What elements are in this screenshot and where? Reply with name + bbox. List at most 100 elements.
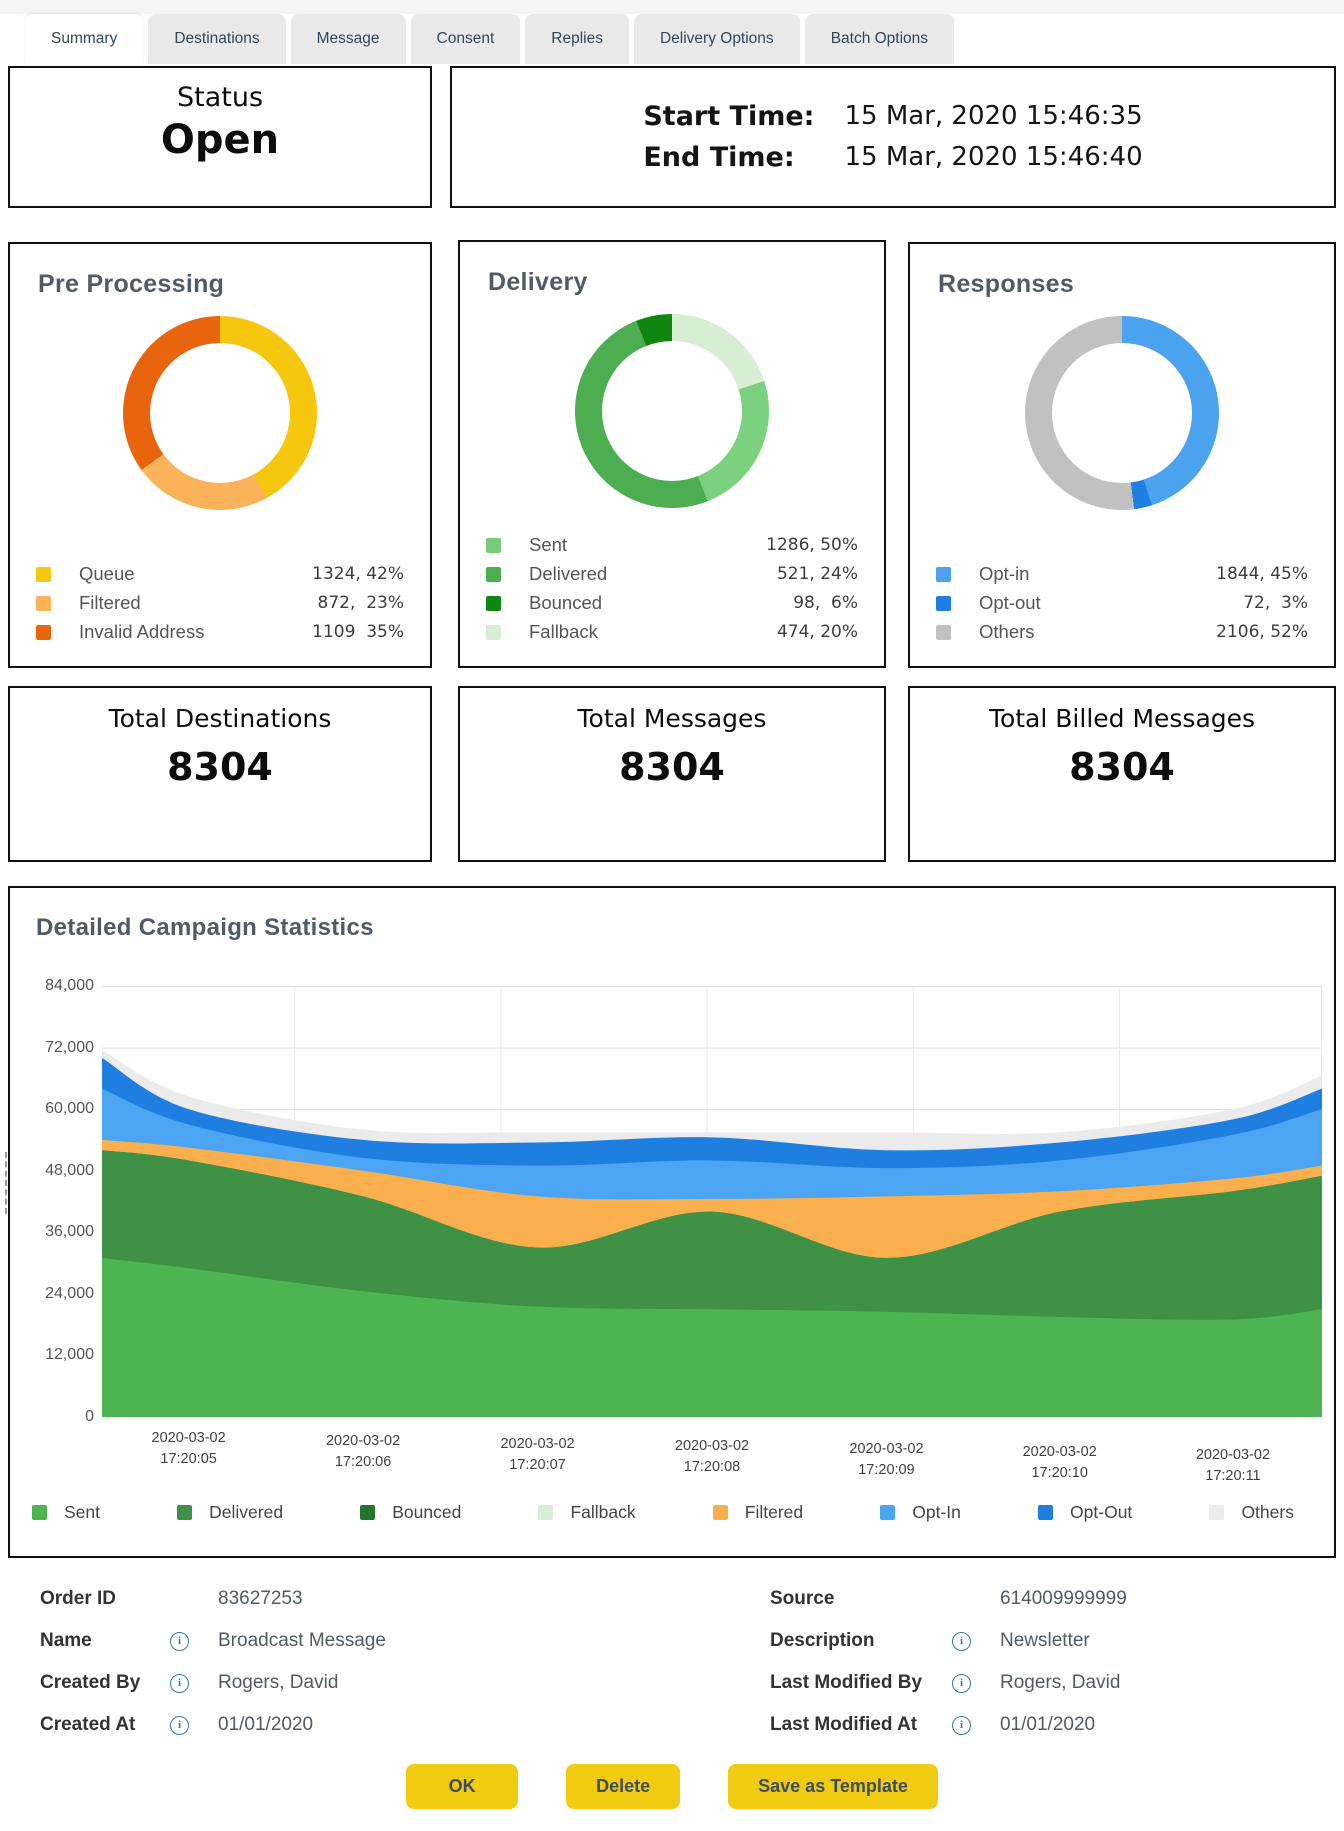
legend-item-sent[interactable]: Sent 1286, 50% [486,534,858,556]
tab-batch-options[interactable]: Batch Options [804,14,955,64]
legend-item-invalid-address[interactable]: Invalid Address 1109 35% [36,621,404,643]
tab-message[interactable]: Message [290,14,406,64]
x-tick-line: 17:20:07 [509,1456,566,1473]
chart-legend-item-filtered[interactable]: Filtered [712,1502,803,1523]
detail-row-source: Source 614009999999 [770,1578,1344,1620]
info-icon[interactable]: i [952,1631,971,1651]
detail-value: Rogers, David [218,1672,339,1693]
chart-legend-item-delivered[interactable]: Delivered [177,1502,283,1523]
donut-pre-processing[interactable] [123,316,317,510]
info-icon[interactable]: i [952,1673,971,1693]
legend-label: Fallback [529,621,598,642]
detail-row-last-modified-at: Last Modified At i 01/01/2020 [770,1704,1344,1746]
tab-replies[interactable]: Replies [525,14,629,64]
campaign-summary-page: Summary Destinations Message Consent Replies… [0,0,1344,1831]
x-tick-line: 2020-03-02 [849,1441,924,1458]
tab-consent[interactable]: Consent [410,14,521,64]
info-icon[interactable]: i [170,1631,189,1651]
tab-summary[interactable]: Summary [25,14,144,64]
chart-edge-drag-handle[interactable] [5,1152,15,1214]
ok-button[interactable]: OK [406,1764,519,1809]
legend-value: 98, 6% [793,593,858,613]
detail-icon-slot: i [170,1673,218,1693]
legend-value: 1844, 45% [1216,564,1308,584]
chart-legend-item-fallback[interactable]: Fallback [538,1502,636,1523]
detail-value: Broadcast Message [218,1630,386,1651]
legend-swatch-icon [177,1505,193,1520]
tab-destinations[interactable]: Destinations [148,14,286,64]
total-destinations-box: Total Destinations 8304 [8,686,432,862]
detail-label: Last Modified By [770,1672,923,1693]
y-tick-label: 12,000 [45,1346,94,1364]
stacked-area-chart[interactable] [102,986,1322,1417]
time-panel: Start Time: 15 Mar, 2020 15:46:35 End Time… [450,66,1336,208]
legend-swatch-icon [880,1505,896,1520]
x-tick-line: 2020-03-02 [500,1435,575,1452]
total-label: Total Destinations [108,704,332,733]
tab-delivery-options[interactable]: Delivery Options [633,14,800,64]
time-row-label-0: Start Time: [643,101,815,132]
info-icon[interactable]: i [952,1715,971,1735]
legend-label: Bounced [529,592,603,613]
legend-label: Delivered [529,563,608,584]
status-value: Open [160,117,280,163]
chart-legend-item-bounced[interactable]: Bounced [360,1502,461,1523]
info-icon[interactable]: i [170,1673,189,1693]
chart-legend-item-opt-in[interactable]: Opt-In [880,1502,961,1523]
detail-icon-slot: i [952,1715,1000,1735]
legend-value: 72, 3% [1243,593,1308,613]
legend-item-bounced[interactable]: Bounced 98, 6% [486,592,858,614]
detail-label: Name [40,1630,92,1651]
donut-legend-delivery: Sent 1286, 50% Delivered 521, 24% Bounced 98,… [486,527,858,650]
total-messages-box: Total Messages 8304 [458,686,886,862]
legend-item-others[interactable]: Others 2106, 52% [936,621,1308,643]
action-buttons: OK Delete Save as Template [0,1764,1344,1809]
legend-label: Bounced [392,1502,462,1522]
time-row-value-0: 15 Mar, 2020 15:46:35 [844,101,1143,131]
legend-label: Opt-in [979,563,1030,584]
legend-swatch-icon [538,1505,554,1520]
detail-row-created-by: Created By i Rogers, David [40,1662,660,1704]
legend-swatch-icon [36,595,51,611]
legend-label: Sent [64,1502,100,1522]
detail-icon-slot: i [952,1673,1000,1693]
legend-label: Opt-In [912,1502,961,1522]
legend-value: 2106, 52% [1216,622,1308,642]
legend-item-opt-out[interactable]: Opt-out 72, 3% [936,592,1308,614]
chart-legend-item-others[interactable]: Others [1209,1502,1294,1523]
y-tick-label: 0 [85,1408,94,1425]
x-tick-line: 17:20:06 [334,1453,392,1470]
legend-item-queue[interactable]: Queue 1324, 42% [36,563,404,585]
total-label: Total Messages [577,704,767,733]
legend-swatch-icon [486,566,501,582]
legend-label: Sent [529,534,568,555]
panel-title-delivery: Delivery [488,268,588,296]
x-tick-line: 2020-03-02 [325,1432,401,1449]
y-tick-label: 60,000 [45,1100,94,1118]
donut-delivery[interactable] [575,314,769,508]
chart-legend-item-sent[interactable]: Sent [32,1502,100,1523]
total-value: 8304 [1069,745,1175,789]
total-value: 8304 [167,745,273,789]
tab-bar: Summary Destinations Message Consent Replies… [25,14,955,64]
legend-item-opt-in[interactable]: Opt-in 1844, 45% [936,563,1308,585]
legend-swatch-icon [712,1505,728,1520]
legend-swatch-icon [486,595,501,611]
legend-label: Opt-Out [1070,1502,1133,1522]
legend-item-delivered[interactable]: Delivered 521, 24% [486,563,858,585]
x-tick-label-4: 2020-03-02 17:20:08 [637,1436,787,1478]
save-as-template-button[interactable]: Save as Template [728,1764,938,1809]
info-icon[interactable]: i [170,1715,189,1735]
legend-swatch-icon [486,624,501,640]
legend-item-filtered[interactable]: Filtered 872, 23% [36,592,404,614]
detail-row-order-id: Order ID 83627253 [40,1578,660,1620]
total-value: 8304 [619,745,725,789]
donut-responses[interactable] [1025,316,1219,510]
total-label: Total Billed Messages [988,704,1256,733]
legend-item-fallback[interactable]: Fallback 474, 20% [486,621,858,643]
chart-legend-item-opt-out[interactable]: Opt-Out [1038,1502,1132,1523]
panel-title-pre-processing: Pre Processing [38,270,225,298]
delete-button[interactable]: Delete [566,1764,681,1809]
x-tick-label-7: 2020-03-02 17:20:11 [1158,1445,1308,1487]
legend-swatch-icon [1038,1505,1054,1520]
